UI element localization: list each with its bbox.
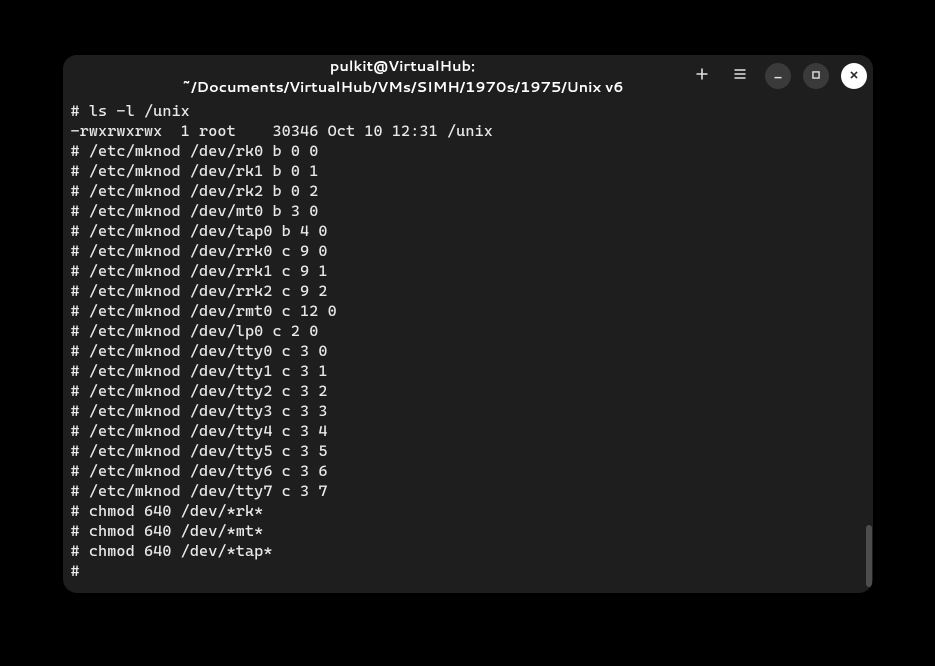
terminal-line: # chmod 640 /dev/*rk* xyxy=(71,501,865,521)
terminal-window: pulkit@VirtualHub: ~/Documents/VirtualHu… xyxy=(63,55,873,593)
terminal-line: # /etc/mknod /dev/rmt0 c 12 0 xyxy=(71,301,865,321)
terminal-line: # /etc/mknod /dev/tty4 c 3 4 xyxy=(71,421,865,441)
terminal-line: # /etc/mknod /dev/rrk2 c 9 2 xyxy=(71,281,865,301)
terminal-line: # xyxy=(71,561,865,581)
terminal-line: # /etc/mknod /dev/rk0 b 0 0 xyxy=(71,141,865,161)
terminal-line: # chmod 640 /dev/*tap* xyxy=(71,541,865,561)
terminal-line: # /etc/mknod /dev/rrk1 c 9 1 xyxy=(71,261,865,281)
terminal-line: # /etc/mknod /dev/tty2 c 3 2 xyxy=(71,381,865,401)
terminal-line: -rwxrwxrwx 1 root 30346 Oct 10 12:31 /un… xyxy=(71,121,865,141)
terminal-line: # /etc/mknod /dev/tty5 c 3 5 xyxy=(71,441,865,461)
window-title: pulkit@VirtualHub: ~/Documents/VirtualHu… xyxy=(75,55,681,97)
titlebar-button-group xyxy=(689,63,867,89)
minimize-button[interactable] xyxy=(765,63,791,89)
terminal-line: # /etc/mknod /dev/mt0 b 3 0 xyxy=(71,201,865,221)
close-button[interactable] xyxy=(841,63,867,89)
terminal-line: # ls -l /unix xyxy=(71,101,865,121)
menu-button[interactable] xyxy=(727,63,753,89)
terminal-line: # /etc/mknod /dev/tty3 c 3 3 xyxy=(71,401,865,421)
plus-icon xyxy=(694,66,710,86)
scrollbar-thumb[interactable] xyxy=(866,525,872,587)
minimize-icon xyxy=(771,67,785,86)
terminal-line: # chmod 640 /dev/*mt* xyxy=(71,521,865,541)
terminal-line: # /etc/mknod /dev/tap0 b 4 0 xyxy=(71,221,865,241)
terminal-line: # /etc/mknod /dev/rk1 b 0 1 xyxy=(71,161,865,181)
terminal-line: # /etc/mknod /dev/tty1 c 3 1 xyxy=(71,361,865,381)
maximize-icon xyxy=(809,67,823,86)
terminal-line: # /etc/mknod /dev/rk2 b 0 2 xyxy=(71,181,865,201)
hamburger-icon xyxy=(732,66,748,86)
new-tab-button[interactable] xyxy=(689,63,715,89)
terminal-line: # /etc/mknod /dev/tty0 c 3 0 xyxy=(71,341,865,361)
terminal-line: # /etc/mknod /dev/rrk0 c 9 0 xyxy=(71,241,865,261)
close-icon xyxy=(847,67,861,86)
maximize-button[interactable] xyxy=(803,63,829,89)
terminal-line: # /etc/mknod /dev/lp0 c 2 0 xyxy=(71,321,865,341)
terminal-line: # /etc/mknod /dev/tty6 c 3 6 xyxy=(71,461,865,481)
terminal-content[interactable]: # ls -l /unix-rwxrwxrwx 1 root 30346 Oct… xyxy=(63,97,873,593)
titlebar: pulkit@VirtualHub: ~/Documents/VirtualHu… xyxy=(63,55,873,97)
terminal-line: # /etc/mknod /dev/tty7 c 3 7 xyxy=(71,481,865,501)
